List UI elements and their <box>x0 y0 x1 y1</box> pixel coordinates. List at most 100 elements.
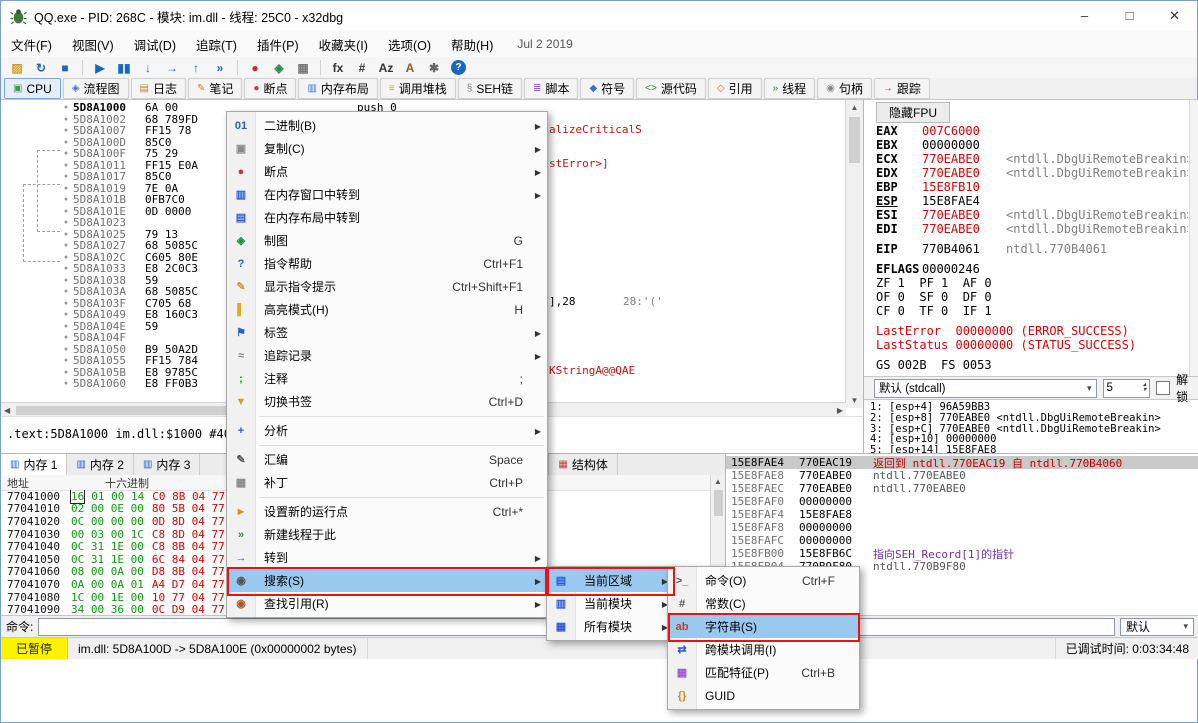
stack-row[interactable]: 15E8FAEC770EABE0ntdll.770EABE0 <box>726 482 1198 495</box>
memory-tab-3[interactable]: ▥内存 3 <box>134 454 200 475</box>
stack-row[interactable]: 15E8FAF000000000 <box>726 495 1198 508</box>
tab-references[interactable]: ◇引用 <box>708 78 762 99</box>
fx-icon[interactable]: fx <box>326 59 350 77</box>
breakpoint-icon[interactable]: ● <box>243 59 267 77</box>
stack-row[interactable]: 15E8FAF800000000 <box>726 521 1198 534</box>
argument-count-spinner[interactable]: 5▴▾ <box>1103 379 1151 398</box>
menu-item-binary[interactable]: 01二进制(B)▶ <box>227 114 547 137</box>
menu-item-current-region[interactable]: ▤当前区域▶ <box>547 569 674 592</box>
find-strings-icon[interactable]: A <box>398 59 422 77</box>
calling-convention-select[interactable]: 默认 (stdcall)▾ <box>874 379 1097 398</box>
menu-item-breakpoint[interactable]: ●断点▶ <box>227 160 547 183</box>
tab-call-stack[interactable]: ≡调用堆栈 <box>380 78 456 99</box>
disasm-vertical-scrollbar[interactable]: ▲▼ <box>845 100 863 408</box>
open-file-icon[interactable]: ▨ <box>5 59 29 77</box>
hide-fpu-button[interactable]: 隐藏FPU <box>876 102 950 123</box>
menu-item-find-references[interactable]: ◉查找引用(R)▶ <box>227 592 547 615</box>
tab-notes[interactable]: ✎笔记 <box>188 78 242 99</box>
menu-item-show-instruction-tips[interactable]: ✎显示指令提示Ctrl+Shift+F1 <box>227 275 547 298</box>
menu-item-comment[interactable]: ;注释; <box>227 367 547 390</box>
menu-item-analysis[interactable]: +分析▶ <box>227 419 547 442</box>
tab-graph[interactable]: ◈流程图 <box>63 78 129 99</box>
graph-icon[interactable]: ◈ <box>267 59 291 77</box>
menu-item-string[interactable]: ab字符串(S) <box>668 615 859 638</box>
pause-icon[interactable]: ▮▮ <box>112 59 136 77</box>
menu-item-instruction-help[interactable]: ?指令帮助Ctrl+F1 <box>227 252 547 275</box>
stack-row[interactable]: 15E8FAE8770EABE0ntdll.770EABE0 <box>726 469 1198 482</box>
tab-source[interactable]: <>源代码 <box>636 78 706 99</box>
scroll-up-icon[interactable]: ▲ <box>714 477 722 486</box>
stack-row[interactable]: 15E8FAE4770EAC19返回到 ntdll.770EAC19 自 ntd… <box>726 456 1198 469</box>
az-icon[interactable]: Az <box>374 59 398 77</box>
run-to-user-code-icon[interactable]: » <box>208 59 232 77</box>
scroll-left-icon[interactable]: ◀ <box>4 406 10 415</box>
register-row[interactable]: EFLAGS00000246 <box>876 262 1188 276</box>
patch-icon[interactable]: ▦ <box>291 59 315 77</box>
register-row[interactable]: EIP770B4061ntdll.770B4061 <box>876 242 1188 256</box>
menu-item-goto-memory-window[interactable]: ▥在内存窗口中转到▶ <box>227 183 547 206</box>
scroll-down-icon[interactable]: ▼ <box>851 396 859 405</box>
step-into-icon[interactable]: ↓ <box>136 59 160 77</box>
menu-item-current-module[interactable]: ▥当前模块▶ <box>547 592 674 615</box>
menu-item-trace-record[interactable]: ≈追踪记录▶ <box>227 344 547 367</box>
menu-item-toggle-bookmark[interactable]: ▼切换书签Ctrl+D <box>227 390 547 413</box>
registers-scrollbar[interactable] <box>1189 100 1198 376</box>
scroll-thumb[interactable] <box>714 490 723 516</box>
step-out-icon[interactable]: ↑ <box>184 59 208 77</box>
register-row[interactable]: EAX007C6000 <box>876 124 1188 138</box>
preferences-gear-icon[interactable]: ✱ <box>422 59 446 77</box>
tab-seh[interactable]: §SEH链 <box>458 78 522 99</box>
register-row[interactable]: ESP15E8FAE4 <box>876 194 1188 208</box>
menu-item-guid[interactable]: {}GUID <box>668 684 859 707</box>
register-row[interactable]: EDX770EABE0<ntdll.DbgUiRemoteBreakin> <box>876 166 1188 180</box>
menu-item-copy[interactable]: ▣复制(C)▶ <box>227 137 547 160</box>
register-row[interactable]: ECX770EABE0<ntdll.DbgUiRemoteBreakin> <box>876 152 1188 166</box>
menu-item-patch[interactable]: ▦补丁Ctrl+P <box>227 471 547 494</box>
menubar-item-4[interactable]: 插件(P) <box>247 30 309 59</box>
hash-icon[interactable]: # <box>350 59 374 77</box>
menu-item-goto-memory-map[interactable]: ▤在内存布局中转到 <box>227 206 547 229</box>
register-row[interactable]: EBX00000000 <box>876 138 1188 152</box>
struct-tab[interactable]: ▦结构体 <box>549 454 617 475</box>
memory-tab-1[interactable]: ▥内存 1 <box>1 454 67 475</box>
tab-log[interactable]: ▤日志 <box>131 78 186 99</box>
menubar-item-2[interactable]: 调试(D) <box>124 30 186 59</box>
tab-cpu[interactable]: ▣CPU <box>4 78 61 99</box>
menubar-item-6[interactable]: 选项(O) <box>378 30 441 59</box>
menu-item-all-modules[interactable]: ▦所有模块▶ <box>547 615 674 638</box>
run-icon[interactable]: ▶ <box>88 59 112 77</box>
menubar-item-3[interactable]: 追踪(T) <box>186 30 247 59</box>
maximize-button[interactable]: □ <box>1107 1 1152 31</box>
tab-handles[interactable]: ◉句柄 <box>817 78 872 99</box>
menu-item-graph[interactable]: ◈制图G <box>227 229 547 252</box>
register-row[interactable]: EDI770EABE0<ntdll.DbgUiRemoteBreakin> <box>876 222 1188 236</box>
menu-item-assemble[interactable]: ✎汇编Space <box>227 448 547 471</box>
register-row[interactable]: ESI770EABE0<ntdll.DbgUiRemoteBreakin> <box>876 208 1188 222</box>
register-row[interactable]: EBP15E8FB10 <box>876 180 1188 194</box>
menubar-item-5[interactable]: 收藏夹(I) <box>309 30 378 59</box>
stack-row[interactable]: 15E8FAF415E8FAE8 <box>726 508 1198 521</box>
menu-item-constant[interactable]: #常数(C) <box>668 592 859 615</box>
menu-item-goto[interactable]: →转到▶ <box>227 546 547 569</box>
menu-item-pattern[interactable]: ▦匹配特征(P)Ctrl+B <box>668 661 859 684</box>
tab-trace[interactable]: →跟踪 <box>874 78 930 99</box>
tab-breakpoints[interactable]: ●断点 <box>244 78 296 99</box>
menu-item-new-thread-here[interactable]: »新建线程于此 <box>227 523 547 546</box>
restart-icon[interactable]: ↻ <box>29 59 53 77</box>
menu-item-intermodular-calls[interactable]: ⇄跨模块调用(I) <box>668 638 859 661</box>
menu-item-highlight-mode[interactable]: ▌高亮模式(H)H <box>227 298 547 321</box>
close-button[interactable]: ✕ <box>1152 1 1197 31</box>
unlock-checkbox[interactable] <box>1156 381 1170 395</box>
menu-item-command[interactable]: >_命令(O)Ctrl+F <box>668 569 859 592</box>
memory-tab-2[interactable]: ▥内存 2 <box>67 454 133 475</box>
minimize-button[interactable]: – <box>1062 1 1107 31</box>
tab-script[interactable]: ≣脚本 <box>524 78 578 99</box>
command-profile-select[interactable]: 默认▾ <box>1120 618 1194 636</box>
menu-item-search[interactable]: ◉搜索(S)▶ <box>227 569 547 592</box>
scroll-up-icon[interactable]: ▲ <box>851 103 859 112</box>
menubar-item-7[interactable]: 帮助(H) <box>441 30 503 59</box>
menubar-item-1[interactable]: 视图(V) <box>62 30 124 59</box>
help-icon[interactable]: ? <box>451 60 466 75</box>
tab-threads[interactable]: »线程 <box>764 78 816 99</box>
step-over-icon[interactable]: → <box>160 59 184 77</box>
